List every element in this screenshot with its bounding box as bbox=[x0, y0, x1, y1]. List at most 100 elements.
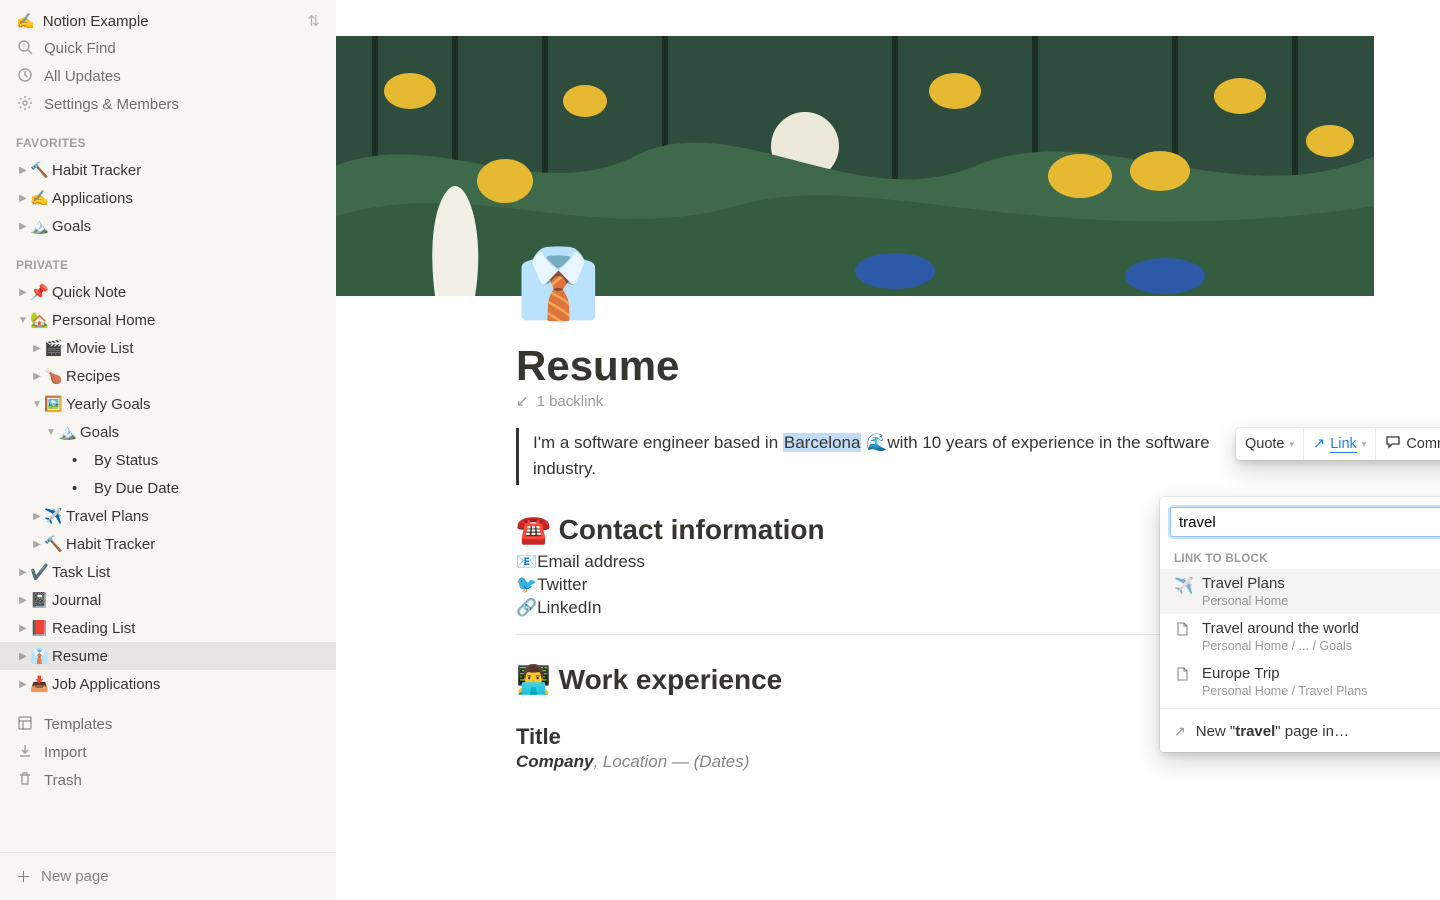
page-title[interactable]: Resume bbox=[516, 342, 1360, 390]
settings-members[interactable]: Settings & Members bbox=[0, 90, 336, 118]
sidebar-item-label: Journal bbox=[52, 592, 101, 609]
job-meta[interactable]: Company, Location — (Dates) bbox=[516, 752, 1360, 772]
sidebar-item-reading-list[interactable]: ▶📕Reading List bbox=[0, 614, 336, 642]
sidebar-item-label: Habit Tracker bbox=[52, 162, 141, 179]
sidebar-item-job-applications[interactable]: ▶📥Job Applications bbox=[0, 670, 336, 698]
sidebar-item-applications[interactable]: ▶✍️Applications bbox=[0, 184, 336, 212]
chevron-right-icon[interactable]: ▶ bbox=[16, 287, 30, 298]
trash-button[interactable]: Trash bbox=[0, 766, 336, 794]
speech-bubble-icon bbox=[1385, 434, 1401, 454]
contact-label: Twitter bbox=[537, 575, 587, 594]
sidebar-item-label: By Due Date bbox=[94, 480, 179, 497]
chevron-down-icon[interactable]: ▼ bbox=[30, 399, 44, 410]
chevron-right-icon[interactable]: ▶ bbox=[30, 511, 44, 522]
page-emoji-icon: 🔨 bbox=[44, 535, 66, 553]
sidebar-item-goals[interactable]: ▼🏔️Goals bbox=[0, 418, 336, 446]
chevron-right-icon[interactable]: ▶ bbox=[16, 595, 30, 606]
link-to-block-label: LINK TO BLOCK bbox=[1160, 545, 1440, 569]
sidebar-item-by-status[interactable]: •By Status bbox=[0, 446, 336, 474]
result-breadcrumb: Personal Home / ... / Goals bbox=[1202, 639, 1359, 653]
chevron-right-icon[interactable]: ▶ bbox=[16, 193, 30, 204]
sidebar-item-label: Quick Note bbox=[52, 284, 126, 301]
chevron-right-icon[interactable]: ▶ bbox=[30, 539, 44, 550]
sidebar-item-label: Personal Home bbox=[52, 312, 155, 329]
arrow-upright-icon: ↗ bbox=[1313, 436, 1325, 452]
sidebar-item-label: Resume bbox=[52, 648, 108, 665]
result-title: Travel around the world bbox=[1202, 620, 1359, 638]
work-heading-text: Work experience bbox=[551, 664, 782, 695]
comment-label: Comment bbox=[1406, 436, 1440, 452]
chevron-right-icon[interactable]: ▶ bbox=[30, 371, 44, 382]
templates-label: Templates bbox=[44, 716, 112, 733]
page-emoji-icon: ✍️ bbox=[30, 189, 52, 207]
sidebar-item-journal[interactable]: ▶📓Journal bbox=[0, 586, 336, 614]
sidebar-item-habit-tracker[interactable]: ▶🔨Habit Tracker bbox=[0, 156, 336, 184]
sidebar-item-goals[interactable]: ▶🏔️Goals bbox=[0, 212, 336, 240]
sidebar-item-travel-plans[interactable]: ▶✈️Travel Plans bbox=[0, 502, 336, 530]
contact-icon: 📧 bbox=[516, 552, 537, 571]
sidebar-item-movie-list[interactable]: ▶🎬Movie List bbox=[0, 334, 336, 362]
templates-button[interactable]: Templates bbox=[0, 710, 336, 738]
page-emoji-icon: 🖼️ bbox=[44, 395, 66, 413]
sidebar-item-label: Goals bbox=[52, 218, 91, 235]
chevron-right-icon[interactable]: ▶ bbox=[16, 651, 30, 662]
sidebar-item-quick-note[interactable]: ▶📌Quick Note bbox=[0, 278, 336, 306]
sidebar-item-yearly-goals[interactable]: ▼🖼️Yearly Goals bbox=[0, 390, 336, 418]
result-breadcrumb: Personal Home / Travel Plans bbox=[1202, 684, 1367, 698]
sidebar-item-resume[interactable]: ▶👔Resume bbox=[0, 642, 336, 670]
backlinks-button[interactable]: ↙ 1 backlink bbox=[516, 392, 1360, 410]
sidebar-item-label: By Status bbox=[94, 452, 158, 469]
workspace-switcher[interactable]: ✍️ Notion Example ⇅ bbox=[0, 0, 336, 34]
chevron-down-icon: ▾ bbox=[1362, 439, 1367, 450]
sidebar-item-label: Movie List bbox=[66, 340, 134, 357]
favorites-section-label: FAVORITES bbox=[0, 118, 336, 156]
developer-icon: 👨‍💻 bbox=[516, 664, 551, 695]
main-content: 👔 Resume ↙ 1 backlink I'm a software eng… bbox=[336, 0, 1440, 900]
new-page-in-option[interactable]: ↗ New "travel" page in… bbox=[1160, 713, 1440, 752]
contact-icon: 🔗 bbox=[516, 598, 537, 617]
sidebar-item-personal-home[interactable]: ▼🏡Personal Home bbox=[0, 306, 336, 334]
page-icon[interactable]: 👔 bbox=[516, 250, 1360, 318]
comment-button[interactable]: Comment bbox=[1376, 428, 1440, 460]
search-icon bbox=[16, 39, 34, 58]
block-type-dropdown[interactable]: Quote ▾ bbox=[1236, 428, 1304, 460]
chevron-right-icon[interactable]: ▶ bbox=[16, 221, 30, 232]
link-label: Link bbox=[1330, 436, 1357, 453]
link-result-travel-around-the-world[interactable]: Travel around the worldPersonal Home / .… bbox=[1160, 614, 1440, 659]
workspace-name: Notion Example bbox=[43, 13, 149, 30]
intro-quote-block[interactable]: I'm a software engineer based in Barcelo… bbox=[516, 428, 1236, 485]
all-updates[interactable]: All Updates bbox=[0, 62, 336, 90]
contact-heading-text: Contact information bbox=[551, 514, 825, 545]
job-company: Company bbox=[516, 752, 593, 771]
chevron-right-icon[interactable]: ▶ bbox=[16, 567, 30, 578]
sidebar-item-habit-tracker[interactable]: ▶🔨Habit Tracker bbox=[0, 530, 336, 558]
quick-find[interactable]: Quick Find bbox=[0, 34, 336, 62]
sidebar-item-recipes[interactable]: ▶🍗Recipes bbox=[0, 362, 336, 390]
block-type-label: Quote bbox=[1245, 436, 1285, 452]
sidebar-item-task-list[interactable]: ▶✔️Task List bbox=[0, 558, 336, 586]
link-result-travel-plans[interactable]: ✈️Travel PlansPersonal Home bbox=[1160, 569, 1440, 614]
sidebar-item-label: Travel Plans bbox=[66, 508, 149, 525]
settings-label: Settings & Members bbox=[44, 96, 179, 113]
new-page-button[interactable]: ＋ New page bbox=[0, 852, 336, 900]
sidebar-item-label: Reading List bbox=[52, 620, 135, 637]
all-updates-label: All Updates bbox=[44, 68, 121, 85]
chevron-down-icon[interactable]: ▼ bbox=[44, 427, 58, 438]
chevron-right-icon[interactable]: ▶ bbox=[16, 165, 30, 176]
chevron-right-icon[interactable]: ▶ bbox=[30, 343, 44, 354]
sidebar-item-by-due-date[interactable]: •By Due Date bbox=[0, 474, 336, 502]
chevron-right-icon[interactable]: ▶ bbox=[16, 623, 30, 634]
link-search-input[interactable] bbox=[1170, 507, 1440, 537]
chevron-right-icon[interactable]: ▶ bbox=[16, 679, 30, 690]
divider bbox=[1160, 708, 1440, 709]
import-button[interactable]: Import bbox=[0, 738, 336, 766]
link-result-europe-trip[interactable]: Europe TripPersonal Home / Travel Plans bbox=[1160, 659, 1440, 704]
chevron-down-icon[interactable]: ▼ bbox=[16, 315, 30, 326]
contact-icon: 🐦 bbox=[516, 575, 537, 594]
page-icon bbox=[1174, 666, 1192, 687]
telephone-icon: ☎️ bbox=[516, 514, 551, 545]
sidebar: ✍️ Notion Example ⇅ Quick Find All Updat… bbox=[0, 0, 336, 900]
link-search-dropdown: LINK TO BLOCK ✈️Travel PlansPersonal Hom… bbox=[1160, 497, 1440, 752]
page-emoji-icon: ✈️ bbox=[1174, 576, 1192, 596]
link-button[interactable]: ↗ Link ▾ bbox=[1304, 428, 1376, 460]
